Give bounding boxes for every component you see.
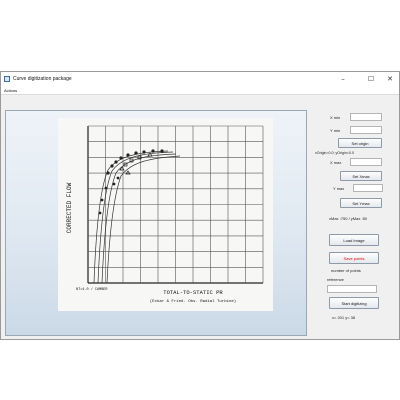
- menu-bar: Actions: [1, 86, 399, 95]
- menu-item-actions[interactable]: Actions: [4, 88, 17, 93]
- close-icon[interactable]: ✕: [382, 73, 398, 85]
- image-x-label: TOTAL-TO-STATIC PR: [163, 289, 223, 296]
- image-corner-text: NT=4.0 / CAMBER: [76, 287, 108, 292]
- set-origin-button[interactable]: Set origin: [338, 138, 382, 148]
- set-xmax-button[interactable]: Set Xmax: [340, 171, 382, 181]
- minimize-icon[interactable]: –: [335, 73, 351, 85]
- save-points-button[interactable]: Save points: [329, 252, 379, 264]
- scanned-graph-image: CORRECTED FLOW TOTAL-TO-STATIC PR (Eckar…: [58, 118, 273, 311]
- app-window: Curve digitization package – ☐ ✕ Actions: [0, 71, 400, 340]
- start-digitizing-button[interactable]: Start digitizing: [329, 297, 379, 309]
- ymax-label: Y max: [333, 186, 345, 191]
- xmin-label: X min: [330, 115, 341, 120]
- number-of-points-field[interactable]: [327, 285, 377, 293]
- ymin-field[interactable]: [350, 126, 382, 134]
- image-y-label: CORRECTED FLOW: [66, 182, 73, 233]
- reference-label: reference: [327, 277, 344, 282]
- origin-note: xOrigin=0.0; yOrigin=0.0: [315, 151, 354, 155]
- maximize-icon[interactable]: ☐: [363, 73, 379, 85]
- title-bar[interactable]: Curve digitization package – ☐ ✕: [1, 72, 399, 86]
- number-of-points-label: number of points: [331, 268, 361, 273]
- load-image-button[interactable]: Load Image: [329, 234, 379, 246]
- app-icon: [4, 76, 10, 82]
- xmin-field[interactable]: [350, 113, 382, 121]
- xmax-label: X max: [330, 160, 342, 165]
- ymin-label: Y min: [330, 128, 341, 133]
- ymax-field[interactable]: [353, 184, 383, 192]
- image-caption: (Eckar & Fried. Obs. Radial Turbine): [150, 299, 236, 304]
- graph-scan-svg: CORRECTED FLOW TOTAL-TO-STATIC PR (Eckar…: [66, 125, 264, 304]
- max-note: xMax :750 / yMax :50: [329, 216, 368, 221]
- set-ymax-button[interactable]: Set Ymax: [340, 198, 382, 208]
- image-canvas[interactable]: CORRECTED FLOW TOTAL-TO-STATIC PR (Eckar…: [5, 110, 307, 336]
- window-title: Curve digitization package: [13, 76, 72, 82]
- xmax-field[interactable]: [350, 158, 382, 166]
- status-text: x= 201 y= 38: [332, 315, 356, 320]
